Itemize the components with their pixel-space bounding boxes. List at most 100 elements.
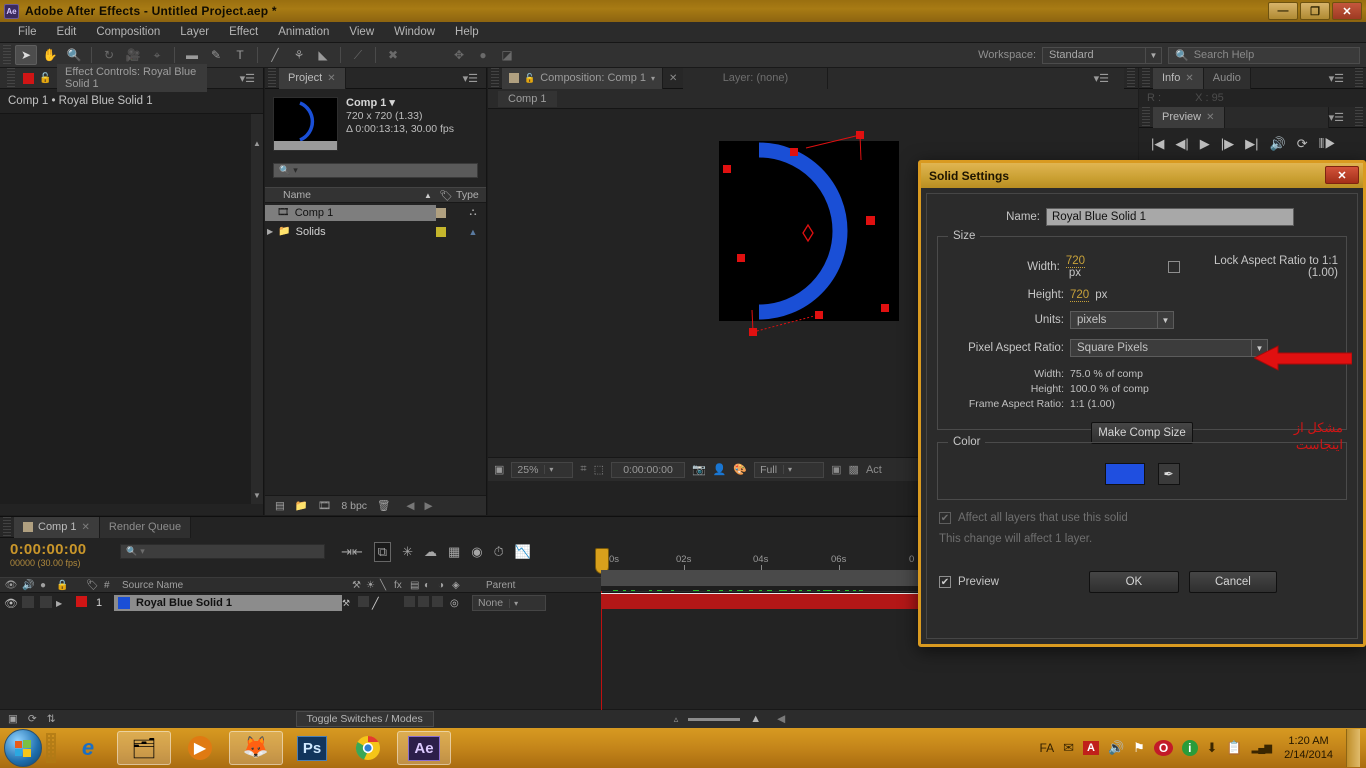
auto-keyframe-icon[interactable]: ⏱ <box>494 544 504 560</box>
switch-icon-1[interactable]: ☀ <box>366 580 380 591</box>
switch-icon-4[interactable]: ▤ <box>410 580 424 591</box>
minimize-button[interactable]: — <box>1268 2 1298 20</box>
eyedropper-icon[interactable]: ✒ <box>1157 463 1180 485</box>
roto-brush-tool[interactable]: ⟋ <box>347 45 369 65</box>
loop-button[interactable]: ⟳ <box>1297 136 1308 152</box>
label-color-swatch[interactable] <box>436 226 446 237</box>
panel-grip[interactable] <box>268 68 276 88</box>
region-of-interest-icon[interactable]: ⌗ <box>580 463 586 476</box>
close-icon[interactable]: ✕ <box>663 73 683 84</box>
layer-label-color[interactable] <box>76 596 87 607</box>
zoom-tool[interactable]: 🔍 <box>63 45 85 65</box>
scroll-down-icon[interactable]: ▼ <box>251 488 263 502</box>
taskbar-file-explorer[interactable]: 🗂 <box>117 731 171 765</box>
column-source-name[interactable]: Source Name <box>122 580 352 591</box>
restore-button[interactable]: ❐ <box>1300 2 1330 20</box>
windows-start-icon[interactable] <box>4 729 42 767</box>
panel-menu-icon[interactable]: ▾☰ <box>1329 72 1352 85</box>
close-button[interactable]: ✕ <box>1332 2 1362 20</box>
column-parent[interactable]: Parent <box>474 580 534 591</box>
chevron-down-icon[interactable]: ▾ <box>389 97 395 109</box>
menu-window[interactable]: Window <box>384 24 445 40</box>
switch-icon-7[interactable]: ◈ <box>452 580 474 591</box>
menu-animation[interactable]: Animation <box>268 24 339 40</box>
puppet-pin-tool[interactable]: ✖ <box>382 45 404 65</box>
person-icon[interactable]: 👤 <box>713 463 727 476</box>
solid-name-input[interactable]: Royal Blue Solid 1 <box>1046 208 1294 226</box>
mask-selection-overlay[interactable] <box>698 121 918 341</box>
column-type[interactable]: Type <box>456 189 486 201</box>
channels-icon[interactable]: 🎨 <box>733 463 747 476</box>
taskbar-chrome[interactable] <box>341 731 395 765</box>
layer-expand-triangle-icon[interactable]: ▶ <box>56 599 76 608</box>
zoom-in-icon[interactable]: ▲ <box>750 713 761 725</box>
timecode-display[interactable]: 0:00:00:00 <box>611 461 686 478</box>
menu-help[interactable]: Help <box>445 24 489 40</box>
taskbar-after-effects[interactable]: Ae <box>397 731 451 765</box>
chevron-down-icon[interactable]: ▾ <box>651 74 655 83</box>
bit-depth-label[interactable]: 8 bpc <box>341 500 367 512</box>
lock-icon[interactable]: 🔒 <box>56 580 78 591</box>
toggle-view-icon[interactable]: ▣ <box>494 463 504 476</box>
height-value[interactable]: 720 <box>1070 289 1090 302</box>
layer-switch-fx[interactable] <box>404 596 415 607</box>
previous-frame-button[interactable]: ◀| <box>1175 136 1188 152</box>
scroll-up-icon[interactable]: ▲ <box>251 136 263 150</box>
rotation-tool[interactable]: ↻ <box>98 45 120 65</box>
close-icon[interactable]: ✕ <box>1185 73 1193 84</box>
type-tool[interactable]: T <box>229 45 251 65</box>
next-icon[interactable]: ▶ <box>424 500 432 512</box>
close-icon[interactable]: ✕ <box>327 73 335 84</box>
toggle-switches-modes-button[interactable]: Toggle Switches / Modes <box>295 711 434 727</box>
scroll-up-icon[interactable]: ▲ <box>460 227 486 237</box>
lock-icon[interactable]: 🔓 <box>524 73 535 84</box>
tray-messenger-icon[interactable]: ✉ <box>1063 740 1074 756</box>
parent-pickwhip-icon[interactable]: ◎ <box>450 598 472 609</box>
tab-composition-comp1[interactable]: 🔓 Composition: Comp 1 ▾ <box>502 67 664 89</box>
effect-controls-tab[interactable]: Effect Controls: Royal Blue Solid 1 <box>57 64 207 92</box>
show-desktop-button[interactable] <box>1346 729 1360 767</box>
tab-project[interactable]: Project ✕ <box>279 67 346 89</box>
motion-blur-icon[interactable]: ☁ <box>424 544 437 560</box>
taskbar-photoshop[interactable]: Ps <box>285 731 339 765</box>
pen-tool[interactable]: ✎ <box>205 45 227 65</box>
switch-icon-0[interactable]: ⚒ <box>352 580 366 591</box>
taskbar-clock[interactable]: 1:20 AM 2/14/2014 <box>1280 734 1337 762</box>
hand-tool[interactable]: ✋ <box>39 45 61 65</box>
menu-edit[interactable]: Edit <box>47 24 87 40</box>
tray-download-icon[interactable]: ⬇ <box>1207 740 1218 756</box>
hide-shy-layers-icon[interactable]: ✳ <box>402 544 413 560</box>
menu-layer[interactable]: Layer <box>170 24 219 40</box>
lock-icon[interactable]: 🔓 <box>39 72 52 85</box>
tab-info[interactable]: Info ✕ <box>1153 67 1204 89</box>
switch-icon-fx[interactable]: fx <box>394 580 410 591</box>
layer-switch-frameblend[interactable] <box>418 596 429 607</box>
mask-icon[interactable]: ⬚ <box>594 463 604 476</box>
zoom-select[interactable]: 25% ▾ <box>511 461 574 478</box>
tray-signal-icon[interactable]: ▂▄▆ <box>1252 743 1272 754</box>
draft-3d-icon[interactable]: ⧉ <box>373 542 392 562</box>
graph-editor-icon[interactable]: ◉ <box>471 544 482 560</box>
tab-preview[interactable]: Preview ✕ <box>1153 106 1225 128</box>
taskbar-internet-explorer[interactable]: e <box>61 731 115 765</box>
tray-volume-icon[interactable]: 🔊 <box>1108 740 1124 756</box>
camera-icon[interactable]: 📷 <box>692 463 706 476</box>
cancel-button[interactable]: Cancel <box>1188 571 1277 593</box>
column-number[interactable]: # <box>104 580 122 591</box>
menu-file[interactable]: File <box>8 24 47 40</box>
tray-adobe-icon[interactable]: A <box>1083 741 1099 755</box>
panel-grip[interactable] <box>1355 68 1363 88</box>
ok-button[interactable]: OK <box>1088 571 1179 593</box>
active-camera-label[interactable]: Act <box>866 464 882 476</box>
solid-color-swatch[interactable] <box>1104 463 1145 485</box>
units-select[interactable]: pixels ▼ <box>1070 311 1174 329</box>
panel-grip[interactable] <box>1127 68 1135 88</box>
prev-icon[interactable]: ◀ <box>406 500 414 512</box>
footage-icon[interactable]: 🎞 <box>318 499 331 512</box>
new-folder-icon[interactable]: 📁 <box>295 499 308 512</box>
label-color-swatch[interactable] <box>436 207 446 218</box>
shape-tool[interactable]: ▬ <box>181 45 203 65</box>
panel-grip[interactable] <box>7 68 15 88</box>
eye-icon[interactable]: 👁 <box>0 580 22 591</box>
play-button[interactable]: ▶ <box>1200 136 1210 152</box>
